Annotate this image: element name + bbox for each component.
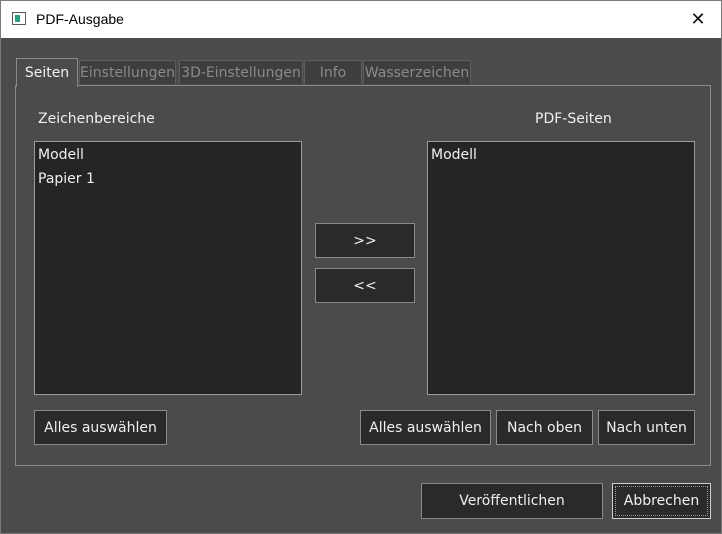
list-item[interactable]: Modell [38, 147, 84, 163]
drawing-areas-list[interactable]: Modell Papier 1 [34, 141, 302, 395]
tab-einstellungen[interactable]: Einstellungen [79, 60, 176, 84]
add-to-pdf-button[interactable]: >> [315, 223, 415, 258]
app-window-icon [12, 12, 26, 25]
close-icon[interactable]: ✕ [675, 1, 721, 38]
drawing-areas-heading: Zeichenbereiche [38, 111, 155, 127]
right-select-all-button[interactable]: Alles auswählen [360, 410, 491, 445]
tab-wasserzeichen[interactable]: Wasserzeichen [363, 60, 471, 84]
left-select-all-button[interactable]: Alles auswählen [34, 410, 167, 445]
tab-3d-einstellungen[interactable]: 3D-Einstellungen [179, 60, 303, 84]
tab-info[interactable]: Info [304, 60, 362, 84]
move-down-button[interactable]: Nach unten [598, 410, 695, 445]
pdf-output-dialog: PDF-Ausgabe ✕ Seiten Einstellungen 3D-Ei… [0, 0, 722, 534]
title-bar: PDF-Ausgabe ✕ [1, 1, 721, 38]
list-item[interactable]: Papier 1 [38, 171, 95, 187]
publish-button[interactable]: Veröffentlichen [421, 483, 603, 519]
list-item[interactable]: Modell [431, 147, 477, 163]
pdf-pages-heading: PDF-Seiten [535, 111, 612, 127]
remove-from-pdf-button[interactable]: << [315, 268, 415, 303]
window-title: PDF-Ausgabe [36, 11, 124, 27]
move-up-button[interactable]: Nach oben [496, 410, 593, 445]
pdf-pages-list[interactable]: Modell [427, 141, 695, 395]
tab-seiten[interactable]: Seiten [16, 58, 78, 87]
seiten-panel: Zeichenbereiche PDF-Seiten Modell Papier… [15, 85, 711, 466]
cancel-button[interactable]: Abbrechen [612, 483, 711, 519]
